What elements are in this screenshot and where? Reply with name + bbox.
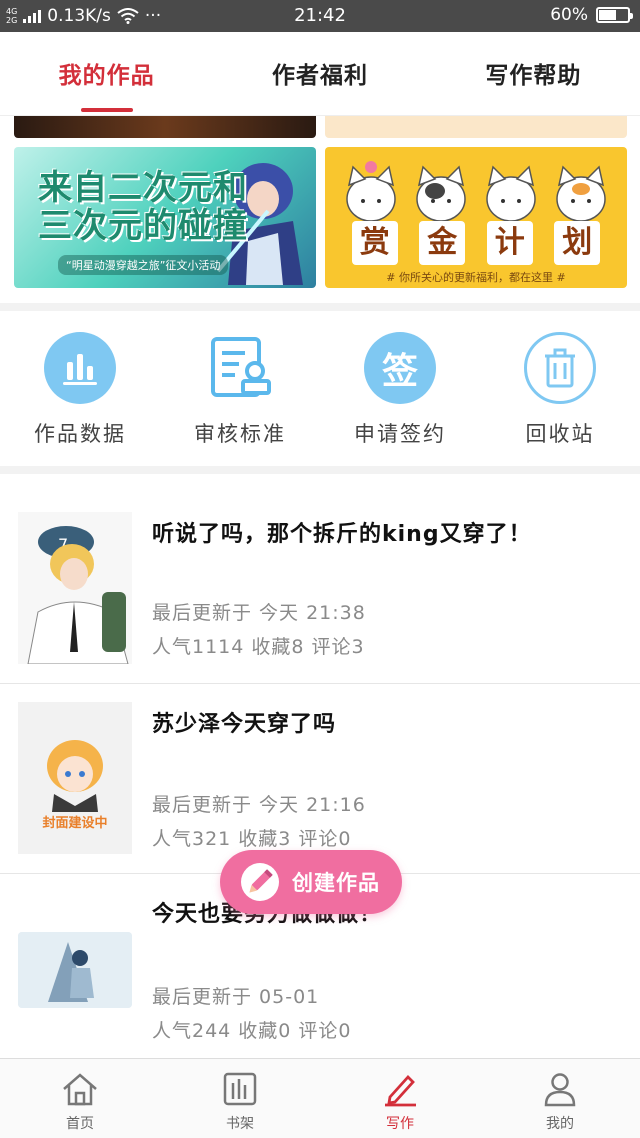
nav-write[interactable]: 写作 [320, 1059, 480, 1138]
nav-label: 我的 [546, 1116, 574, 1132]
quick-action-recycle-bin[interactable]: 回收站 [480, 314, 640, 464]
banner-acg-event[interactable]: 来自二次元和 三次元的碰撞 “明星动漫穿越之旅”征文小活动 [14, 147, 316, 288]
nav-label: 写作 [386, 1116, 414, 1132]
status-right: 60% [550, 5, 633, 25]
battery-icon [596, 7, 633, 23]
battery-percent: 60% [550, 5, 588, 25]
work-item[interactable]: 7 听说了吗，那个拆斤的king又穿了！ 最后更新于 今天 21:38 人气11… [0, 494, 640, 684]
work-item[interactable]: 封面建设中 苏少泽今天穿了吗 最后更新于 今天 21:16 人气321 收藏3 … [0, 684, 640, 874]
banner-title-line1: 来自二次元和 [38, 168, 248, 208]
tab-author-benefits[interactable]: 作者福利 [213, 32, 426, 115]
nav-label: 书架 [226, 1116, 254, 1132]
tab-my-works[interactable]: 我的作品 [0, 32, 213, 115]
quick-action-label: 审核标准 [194, 422, 286, 446]
work-stats: 人气244 收藏0 评论0 [152, 1020, 352, 1042]
banner-subtitle: “明星动漫穿越之旅”征文小活动 [58, 255, 229, 275]
bounty-title: 赏 金 计 划 [325, 221, 627, 265]
work-title: 听说了吗，那个拆斤的king又穿了！ [152, 522, 532, 547]
tab-label: 作者福利 [271, 63, 368, 89]
nav-label: 首页 [66, 1116, 94, 1132]
quick-action-label: 作品数据 [34, 422, 126, 446]
top-tabs: 我的作品 作者福利 写作帮助 [0, 32, 640, 116]
work-updated: 最后更新于 05-01 [152, 986, 320, 1008]
work-cover: 封面建设中 [18, 702, 132, 854]
status-bar: 4G 2G 0.13K/s ··· 21:42 60% [0, 0, 640, 32]
bounty-note: # 你所关心的更新福利，都在这里 # [386, 271, 566, 284]
create-work-label: 创建作品 [292, 871, 380, 895]
nav-home[interactable]: 首页 [0, 1059, 160, 1138]
quick-action-apply-contract[interactable]: 签 申请签约 [320, 314, 480, 464]
bounty-char: 划 [554, 221, 601, 265]
bounty-char: 金 [419, 221, 466, 265]
sign-badge-text: 签 [381, 351, 418, 392]
bounty-char: 计 [486, 221, 533, 265]
banner-top-right[interactable] [325, 116, 627, 138]
work-stats: 人气1114 收藏8 评论3 [152, 636, 365, 658]
work-updated: 最后更新于 今天 21:38 [152, 602, 366, 624]
banner-title: 来自二次元和 三次元的碰撞 [38, 169, 248, 245]
sign-badge-icon: 签 [364, 332, 436, 404]
document-stamp-icon [204, 332, 276, 404]
tab-active-indicator [80, 108, 133, 112]
nav-bookshelf[interactable]: 书架 [160, 1059, 320, 1138]
banner-bounty-plan[interactable]: 赏 金 计 划 # 你所关心的更新福利，都在这里 # [325, 147, 627, 288]
quick-action-label: 回收站 [525, 422, 595, 446]
cover-placeholder-text: 封面建设中 [42, 816, 108, 831]
nav-me[interactable]: 我的 [480, 1059, 640, 1138]
quick-action-work-data[interactable]: 作品数据 [0, 314, 160, 464]
banner-title-line2: 三次元的碰撞 [38, 206, 248, 246]
home-icon [0, 1071, 160, 1107]
work-cover: 7 [18, 512, 132, 664]
section-divider [0, 303, 640, 311]
tab-label: 我的作品 [58, 63, 155, 89]
clock: 21:42 [294, 5, 346, 26]
bounty-char: 赏 [351, 221, 398, 265]
tab-writing-help[interactable]: 写作帮助 [427, 32, 640, 115]
user-icon [480, 1071, 640, 1107]
quick-action-label: 申请签约 [354, 422, 446, 446]
cover-placeholder-illustration [18, 702, 132, 854]
bookshelf-icon [160, 1071, 320, 1107]
create-work-button[interactable]: 创建作品 [220, 850, 402, 914]
work-stats: 人气321 收藏3 评论0 [152, 828, 352, 850]
trash-icon [524, 332, 596, 404]
bar-chart-icon [44, 332, 116, 404]
work-cover [18, 932, 132, 1008]
pen-icon [320, 1071, 480, 1107]
work-updated: 最后更新于 今天 21:16 [152, 794, 366, 816]
quick-action-review-standard[interactable]: 审核标准 [160, 314, 320, 464]
quick-actions: 作品数据 审核标准 签 申请签约 回收站 [0, 314, 640, 464]
work-title: 苏少泽今天穿了吗 [152, 712, 337, 737]
pencil-icon [241, 863, 279, 901]
tab-label: 写作帮助 [485, 63, 582, 89]
cover-illustration [18, 932, 132, 1008]
section-divider [0, 466, 640, 474]
bottom-nav: 首页 书架 写作 我的 [0, 1058, 640, 1138]
banner-top-left[interactable] [14, 116, 316, 138]
cover-illustration: 7 [18, 512, 132, 664]
